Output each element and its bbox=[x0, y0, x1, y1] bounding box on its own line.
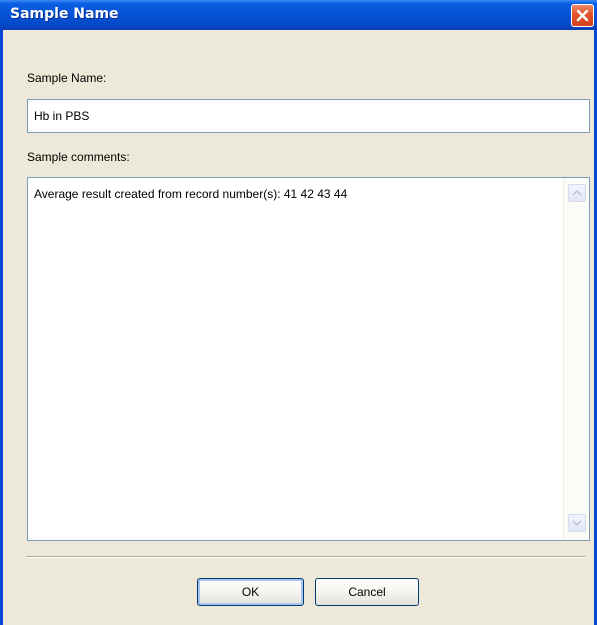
scroll-down-button[interactable] bbox=[568, 514, 586, 532]
sample-name-input[interactable] bbox=[27, 99, 590, 133]
sample-comments-textarea[interactable]: Average result created from record numbe… bbox=[27, 177, 590, 541]
sample-name-label: Sample Name: bbox=[27, 71, 107, 85]
scroll-down-arrow-icon bbox=[572, 520, 582, 527]
sample-comments-text[interactable]: Average result created from record numbe… bbox=[34, 187, 347, 201]
sample-name-dialog: Sample Name Sample Name: Sample comments… bbox=[0, 0, 597, 625]
window-title: Sample Name bbox=[10, 6, 119, 22]
ok-button[interactable]: OK bbox=[197, 578, 304, 606]
scroll-up-button[interactable] bbox=[568, 184, 586, 202]
close-button[interactable] bbox=[571, 4, 594, 27]
comments-scrollbar[interactable] bbox=[563, 178, 589, 540]
close-icon bbox=[576, 9, 589, 22]
dialog-separator bbox=[27, 556, 585, 558]
scroll-up-arrow-icon bbox=[572, 189, 582, 196]
cancel-button[interactable]: Cancel bbox=[315, 578, 419, 606]
title-bar[interactable]: Sample Name bbox=[0, 0, 597, 30]
sample-comments-label: Sample comments: bbox=[27, 150, 130, 164]
